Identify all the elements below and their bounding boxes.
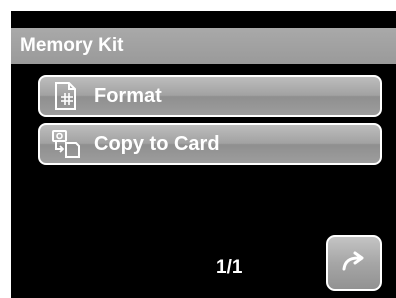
page-title-text: Memory Kit [20, 35, 124, 56]
copy-to-card-label: Copy to Card [94, 132, 220, 155]
page-indicator: 1/1 [216, 257, 243, 278]
return-button[interactable] [326, 235, 382, 291]
copy-to-card-icon [50, 128, 82, 160]
format-icon [50, 80, 82, 112]
format-label: Format [94, 84, 162, 107]
page-title: Memory Kit [11, 28, 396, 64]
copy-to-card-button[interactable]: Copy to Card [38, 123, 382, 165]
format-button[interactable]: Format [38, 75, 382, 117]
return-arrow-icon [341, 250, 367, 277]
camera-screen: Memory Kit Format Copy to Card 1/1 [11, 11, 396, 298]
